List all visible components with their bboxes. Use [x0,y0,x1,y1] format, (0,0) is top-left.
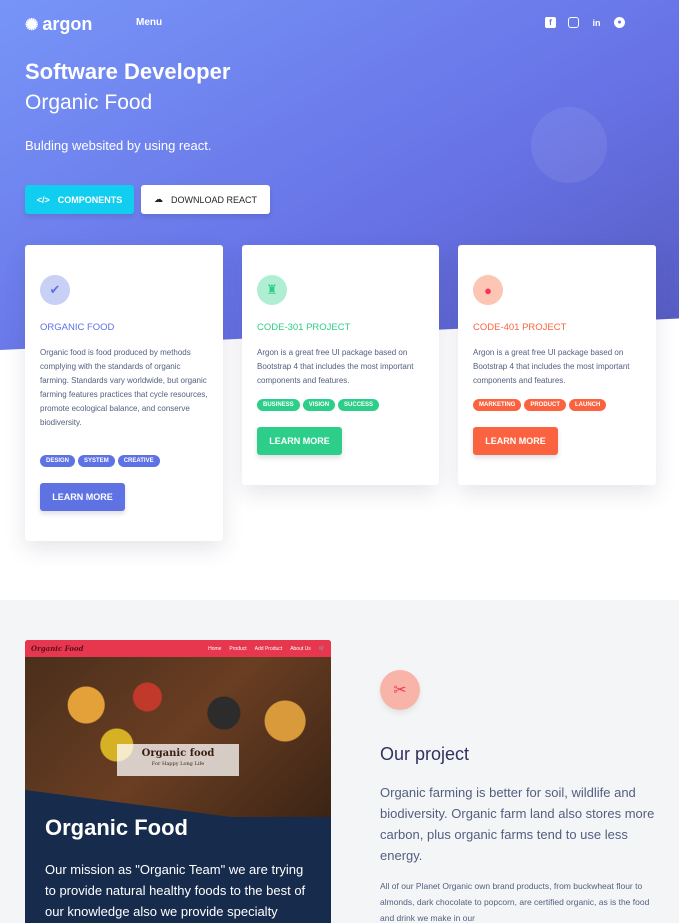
facebook-icon[interactable]: f [545,17,556,28]
building-icon: ♜ [257,275,287,305]
tools-icon: ✂ [380,670,420,710]
hero-lead: Bulding websited by using react. [25,138,212,153]
components-label: COMPONENTS [57,194,123,205]
hero-title: Software Developer [25,59,231,84]
card-tags: DESIGN SYSTEM CREATIVE [40,455,160,467]
showcase-link-about: About Us [290,645,311,652]
download-react-button[interactable]: ☁ DOWNLOAD REACT [141,185,270,214]
card-title: CODE-401 PROJECT [473,322,567,333]
project-text: All of our Planet Organic own brand prod… [380,881,650,923]
card-tags: BUSINESS VISION SUCCESS [257,399,380,411]
card-text: Organic food is food produced by methods… [40,348,208,427]
download-label: DOWNLOAD REACT [170,194,257,205]
vegetables-image [25,657,331,817]
tag: MARKETING [473,399,522,411]
planet-icon: ● [473,275,503,305]
card-text: Argon is a great free UI package based o… [473,348,630,385]
tag: SUCCESS [338,399,380,411]
components-button[interactable]: </> COMPONENTS [25,185,134,214]
showcase-card: Organic Food Home Product Add Product Ab… [25,640,331,923]
brand-name: argon [42,14,93,34]
argon-logo-icon: ✺ [25,16,39,34]
tag: PRODUCT [524,399,567,411]
caption-title: Organic food [141,748,215,759]
showcase-text: Our mission as "Organic Team" we are try… [45,862,306,919]
card-title: CODE-301 PROJECT [257,322,351,333]
card-code-401: ● CODE-401 PROJECT Argon is a great free… [458,245,656,485]
showcase-brand: Organic Food [31,644,84,653]
showcase-link-home: Home [208,645,222,652]
tag: SYSTEM [78,455,115,467]
card-organic-food: ✔ ORGANIC FOOD Organic food is food prod… [25,245,223,541]
showcase-nav-links: Home Product Add Product About Us 🛒 [208,646,325,652]
card-title: ORGANIC FOOD [40,322,115,333]
brand-logo[interactable]: ✺ argon [25,14,92,35]
card-code-301: ♜ CODE-301 PROJECT Argon is a great free… [242,245,439,485]
code-icon: </> [36,194,50,205]
card-tags: MARKETING PRODUCT LAUNCH [473,399,607,411]
showcase-title: Organic Food [45,815,188,840]
hero-subtitle: Organic Food [25,91,153,114]
cloud-download-icon: ☁ [153,194,163,204]
tag: DESIGN [40,455,76,467]
learn-more-button[interactable]: LEARN MORE [473,427,558,455]
project-title: Our project [380,744,470,764]
tag: CREATIVE [117,455,160,467]
showcase-navbar: Organic Food Home Product Add Product Ab… [25,640,331,657]
github-icon[interactable]: ● [614,17,625,28]
cart-icon: 🛒 [318,645,325,652]
showcase-link-product: Product [229,645,247,652]
linkedin-icon[interactable]: in [591,17,602,28]
showcase-link-add-product: Add Product [254,645,283,652]
card-text: Argon is a great free UI package based o… [257,348,414,385]
tag: BUSINESS [257,399,300,411]
decorative-circle [531,107,607,183]
tag: LAUNCH [569,399,607,411]
tag: VISION [302,399,336,411]
hero-section: ✺ argon Menu f in ● Software Developer O… [0,0,679,600]
showcase-image-caption: Organic food For Happy Long Life [117,744,239,776]
social-links: f in ● [545,17,625,28]
instagram-icon[interactable] [568,17,579,28]
learn-more-button[interactable]: LEARN MORE [40,483,125,511]
menu-link[interactable]: Menu [136,17,162,28]
caption-sub: For Happy Long Life [151,761,205,767]
project-lead: Organic farming is better for soil, wild… [380,785,655,863]
check-icon: ✔ [40,275,70,305]
learn-more-button[interactable]: LEARN MORE [257,427,342,455]
